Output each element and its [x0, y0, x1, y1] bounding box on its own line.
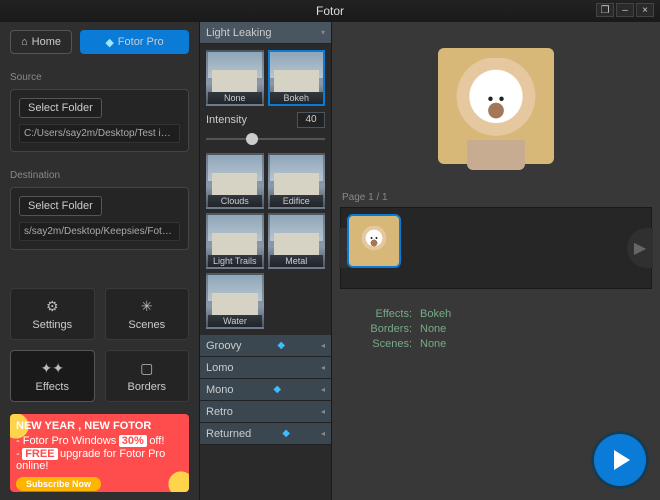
intensity-row: Intensity 40 [206, 112, 325, 128]
close-button[interactable]: × [636, 3, 654, 17]
chevron-left-icon: ◂ [321, 363, 325, 372]
border-icon: ▢ [140, 360, 153, 377]
effect-thumb-bokeh[interactable]: Bokeh [268, 50, 326, 106]
effect-thumb-water[interactable]: Water [206, 273, 264, 329]
properties-readout: Effects: Bokeh Borders: None Scenes: None [332, 291, 660, 367]
destination-path[interactable]: s/say2m/Desktop/Keepsies/Fotor Batch [19, 222, 180, 241]
pro-label: Fotor Pro [118, 36, 164, 48]
prop-val-borders: None [420, 323, 446, 335]
source-path[interactable]: C:/Users/say2m/Desktop/Test images [19, 124, 180, 143]
accordion-light-leaking[interactable]: Light Leaking ▾ [200, 22, 331, 44]
app-title: Fotor [316, 4, 344, 18]
destination-box: Select Folder s/say2m/Desktop/Keepsies/F… [10, 187, 189, 250]
free-badge: FREE [22, 448, 57, 460]
titlebar: Fotor ❐ – × [0, 0, 660, 22]
page-info: Page 1 / 1 [332, 190, 660, 205]
accordion-label: Returned [206, 428, 251, 440]
effect-thumbs-row1: None Bokeh [206, 50, 325, 106]
chevron-left-icon: ◂ [321, 385, 325, 394]
promo-banner[interactable]: NEW YEAR , NEW FOTOR - Fotor Pro Windows… [10, 414, 189, 492]
accordion-label: Light Leaking [206, 27, 271, 39]
accordion-label: Retro [206, 406, 233, 418]
discount-badge: 30% [119, 435, 147, 447]
subscribe-button[interactable]: Subscribe Now [16, 477, 101, 491]
accordion-returned[interactable]: Returned ◆ ◂ [200, 423, 331, 445]
tool-grid: ⚙ Settings ✳ Scenes ✦✦ Effects ▢ Borders [10, 288, 189, 402]
accordion-label: Groovy [206, 340, 241, 352]
intensity-value[interactable]: 40 [297, 112, 325, 128]
home-button[interactable]: ⌂ Home [10, 30, 72, 54]
home-icon: ⌂ [21, 36, 28, 48]
effect-thumbs-row3: Water [206, 273, 325, 329]
restore-button[interactable]: ❐ [596, 3, 614, 17]
effects-tool[interactable]: ✦✦ Effects [10, 350, 95, 402]
accordion-retro[interactable]: Retro ◂ [200, 401, 331, 423]
minimize-button[interactable]: – [616, 3, 634, 17]
select-source-folder-button[interactable]: Select Folder [19, 98, 102, 118]
window-controls: ❐ – × [596, 3, 654, 17]
gem-icon: ◆ [277, 340, 285, 351]
intensity-label: Intensity [206, 114, 247, 126]
promo-headline: NEW YEAR , NEW FOTOR [16, 420, 183, 432]
prop-key-borders: Borders: [348, 323, 412, 335]
intensity-slider[interactable] [206, 131, 325, 147]
effect-thumb-none[interactable]: None [206, 50, 264, 106]
settings-tool[interactable]: ⚙ Settings [10, 288, 95, 340]
effect-thumb-light-trails[interactable]: Light Trails [206, 213, 264, 269]
slider-knob[interactable] [246, 133, 258, 145]
effect-thumb-clouds[interactable]: Clouds [206, 153, 264, 209]
effect-thumb-edifice[interactable]: Edifice [268, 153, 326, 209]
scenes-label: Scenes [128, 319, 165, 331]
accordion-label: Lomo [206, 362, 234, 374]
chevron-left-icon: ◂ [321, 341, 325, 350]
preview-image [332, 22, 660, 190]
promo-line2: - FREE upgrade for Fotor Pro online! [16, 448, 183, 472]
thumbnail-strip: ◀ ▶ [340, 207, 652, 289]
sidebar: ⌂ Home ◆ Fotor Pro Source Select Folder C:… [0, 22, 200, 500]
chevron-down-icon: ▾ [321, 28, 325, 37]
accordion-groovy[interactable]: Groovy ◆ ◂ [200, 335, 331, 357]
gem-icon: ◆ [282, 428, 290, 439]
light-leaking-panel: None Bokeh Intensity 40 Clouds Edifice L… [200, 44, 331, 335]
prop-key-scenes: Scenes: [348, 338, 412, 350]
scenes-tool[interactable]: ✳ Scenes [105, 288, 190, 340]
effects-panel: Light Leaking ▾ None Bokeh Intensity 40 … [200, 22, 332, 500]
promo-line1: - Fotor Pro Windows 30% off! [16, 435, 183, 447]
accordion-lomo[interactable]: Lomo ◂ [200, 357, 331, 379]
sparkle-icon: ✳ [141, 298, 153, 315]
source-label: Source [10, 72, 189, 83]
chevron-left-icon: ◂ [321, 429, 325, 438]
strip-thumb-1[interactable] [347, 214, 401, 268]
stars-icon: ✦✦ [41, 360, 64, 377]
play-icon [614, 450, 630, 470]
fotor-pro-button[interactable]: ◆ Fotor Pro [80, 30, 189, 54]
play-button[interactable] [594, 434, 646, 486]
home-label: Home [32, 36, 61, 48]
accordion-label: Mono [206, 384, 234, 396]
effect-thumb-metal[interactable]: Metal [268, 213, 326, 269]
destination-label: Destination [10, 170, 189, 181]
accordion-mono[interactable]: Mono ◆ ◂ [200, 379, 331, 401]
gem-icon: ◆ [105, 36, 113, 49]
canvas-area: Page 1 / 1 ◀ ▶ Effects: Bokeh Borders: Non… [332, 22, 660, 500]
select-destination-folder-button[interactable]: Select Folder [19, 196, 102, 216]
bread-cat-image [438, 48, 554, 164]
source-box: Select Folder C:/Users/say2m/Desktop/Tes… [10, 89, 189, 152]
chevron-left-icon: ◂ [321, 407, 325, 416]
prop-val-scenes: None [420, 338, 446, 350]
effect-thumbs-row2: Clouds Edifice Light Trails Metal [206, 153, 325, 269]
settings-label: Settings [32, 319, 72, 331]
gear-icon: ⚙ [46, 298, 59, 315]
borders-tool[interactable]: ▢ Borders [105, 350, 190, 402]
effects-label: Effects [36, 381, 69, 393]
prop-key-effects: Effects: [348, 308, 412, 320]
borders-label: Borders [127, 381, 166, 393]
strip-next-button[interactable]: ▶ [627, 228, 653, 268]
prop-val-effects: Bokeh [420, 308, 451, 320]
gem-icon: ◆ [273, 384, 281, 395]
